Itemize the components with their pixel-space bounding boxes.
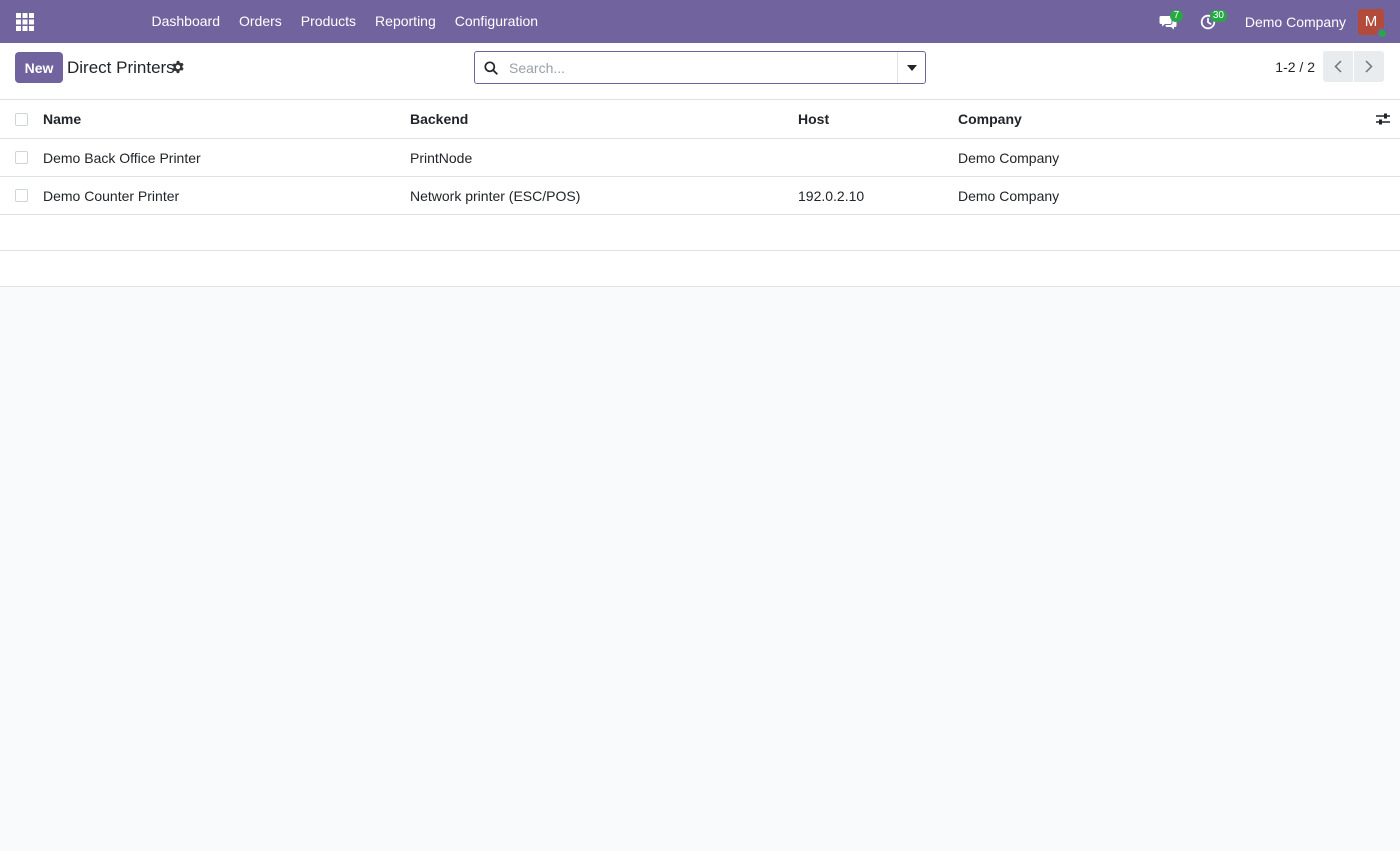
column-header-name[interactable]: Name (43, 100, 81, 138)
pager-next-button[interactable] (1354, 51, 1384, 82)
chevron-right-icon (1365, 60, 1373, 73)
select-all-checkbox[interactable] (15, 112, 28, 126)
pager-value[interactable]: 1-2 / 2 (1275, 59, 1315, 75)
empty-row (0, 251, 1400, 287)
online-status-dot (1377, 27, 1388, 39)
messages-badge: 7 (1169, 10, 1183, 22)
list-view: Name Backend Host Company Demo Back Offi… (0, 100, 1400, 287)
cell-company[interactable]: Demo Company (958, 177, 1059, 214)
gear-icon[interactable] (171, 60, 185, 74)
row-checkbox[interactable] (15, 151, 28, 164)
page-title: Direct Printers (67, 58, 175, 77)
search-bar (474, 51, 926, 84)
cell-backend[interactable]: Network printer (ESC/POS) (410, 177, 580, 214)
search-icon (475, 52, 507, 83)
menu-item-orders[interactable]: Orders (230, 0, 292, 43)
main-menu: Dashboard Orders Products Reporting Conf… (142, 0, 548, 43)
search-input[interactable] (507, 52, 897, 83)
cell-host[interactable]: 192.0.2.10 (798, 177, 864, 214)
menu-item-dashboard[interactable]: Dashboard (142, 0, 230, 43)
row-select-cell (15, 139, 29, 176)
grid-apps-icon[interactable] (14, 11, 36, 33)
row-checkbox[interactable] (15, 189, 28, 202)
user-avatar[interactable]: M (1358, 8, 1388, 39)
messages-button[interactable]: 7 (1153, 0, 1183, 43)
pager-previous-button[interactable] (1323, 51, 1353, 82)
optional-columns-sliders-icon[interactable] (1376, 112, 1390, 126)
column-header-host[interactable]: Host (798, 100, 829, 138)
avatar-initial: M (1364, 13, 1378, 30)
cell-company[interactable]: Demo Company (958, 139, 1059, 176)
new-button[interactable]: New (15, 52, 63, 83)
table-header: Name Backend Host Company (0, 100, 1400, 139)
activities-badge: 30 (1209, 10, 1227, 22)
column-header-backend[interactable]: Backend (410, 100, 468, 138)
cell-name[interactable]: Demo Counter Printer (43, 177, 179, 214)
control-panel: New Direct Printers 1-2 / 2 (0, 43, 1400, 100)
cell-name[interactable]: Demo Back Office Printer (43, 139, 201, 176)
table-row[interactable]: Demo Back Office Printer PrintNode Demo … (0, 139, 1400, 177)
cell-backend[interactable]: PrintNode (410, 139, 472, 176)
caret-down-icon (906, 64, 917, 71)
menu-item-products[interactable]: Products (291, 0, 365, 43)
menu-item-configuration[interactable]: Configuration (445, 0, 547, 43)
top-navbar: Dashboard Orders Products Reporting Conf… (0, 0, 1400, 43)
company-switcher[interactable]: Demo Company (1245, 14, 1346, 30)
menu-item-reporting[interactable]: Reporting (366, 0, 446, 43)
search-options-toggle[interactable] (897, 52, 925, 83)
column-header-company[interactable]: Company (958, 100, 1022, 138)
activities-button[interactable]: 30 (1193, 0, 1227, 43)
row-select-cell (15, 177, 29, 214)
chevron-left-icon (1334, 60, 1342, 73)
table-row[interactable]: Demo Counter Printer Network printer (ES… (0, 177, 1400, 215)
systray: 7 30 Demo Company M (1153, 0, 1400, 43)
empty-row (0, 215, 1400, 251)
select-all-cell (15, 100, 29, 138)
